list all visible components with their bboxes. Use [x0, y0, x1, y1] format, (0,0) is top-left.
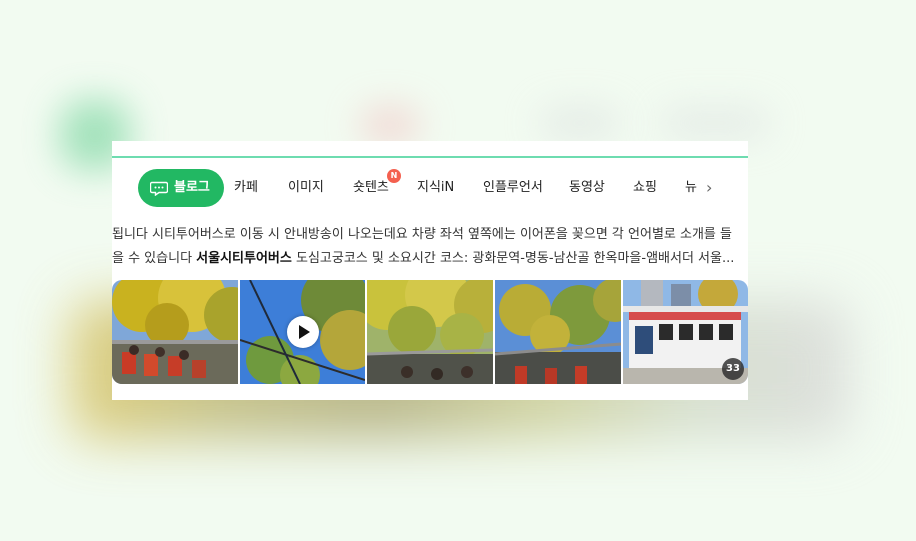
snippet-text: 을 수 있습니다 [112, 251, 197, 266]
tab-shopping[interactable]: 쇼핑 [633, 169, 657, 207]
tab-news[interactable]: 뉴 [685, 169, 699, 207]
play-icon[interactable] [287, 316, 319, 348]
background-blur [660, 108, 770, 138]
card-top-divider [112, 156, 748, 158]
snippet-line: 을 수 있습니다 서울시티투어버스 도심고궁코스 및 소요시간 코스: 광화문역… [112, 247, 748, 271]
snippet-line: 됩니다 시티투어버스로 이동 시 안내방송이 나오는데요 차량 좌석 옆쪽에는 … [112, 227, 732, 242]
tab-video[interactable]: 동영상 [569, 169, 605, 207]
thumbnail-image[interactable] [495, 280, 621, 384]
thumbnail-image[interactable] [367, 280, 493, 384]
thumbnail-image[interactable]: 33 [623, 280, 748, 384]
chevron-right-icon[interactable]: › [706, 178, 712, 198]
snippet-text: 도심고궁코스 및 소요시간 코스: 광화문역-명동-남산골 한옥마을-앰배서더 … [291, 251, 735, 266]
tab-cafe[interactable]: 카페 [234, 169, 258, 207]
blog-chat-icon [150, 181, 168, 196]
tab-shortents[interactable]: 숏텐츠 [353, 169, 389, 207]
tab-image[interactable]: 이미지 [288, 169, 324, 207]
tab-jisikin[interactable]: 지식iN [417, 169, 454, 207]
result-snippet[interactable]: 됩니다 시티투어버스로 이동 시 안내방송이 나오는데요 차량 좌석 옆쪽에는 … [112, 223, 748, 271]
background-blur [540, 108, 620, 138]
photo-count-badge: 33 [722, 358, 744, 380]
tab-blog-label: 블로그 [174, 180, 210, 195]
chevron-left-icon[interactable]: ‹ [112, 178, 120, 198]
thumbnail-strip: 33 [112, 280, 748, 384]
tab-blog[interactable]: 블로그 [138, 169, 224, 207]
background-blur [360, 108, 420, 142]
search-tab-bar: ‹ 블로그 카페 이미지 숏텐츠 N 지식iN 인플루언서 동영상 쇼핑 뉴 › [112, 169, 748, 207]
tab-influencer[interactable]: 인플루언서 [483, 169, 543, 207]
snippet-keyword: 서울시티투어버스 [196, 251, 292, 266]
new-badge: N [387, 169, 401, 183]
video-thumbnail[interactable] [240, 280, 365, 384]
thumbnail-image[interactable] [112, 280, 238, 384]
search-result-card: ‹ 블로그 카페 이미지 숏텐츠 N 지식iN 인플루언서 동영상 쇼핑 뉴 ›… [112, 141, 748, 400]
